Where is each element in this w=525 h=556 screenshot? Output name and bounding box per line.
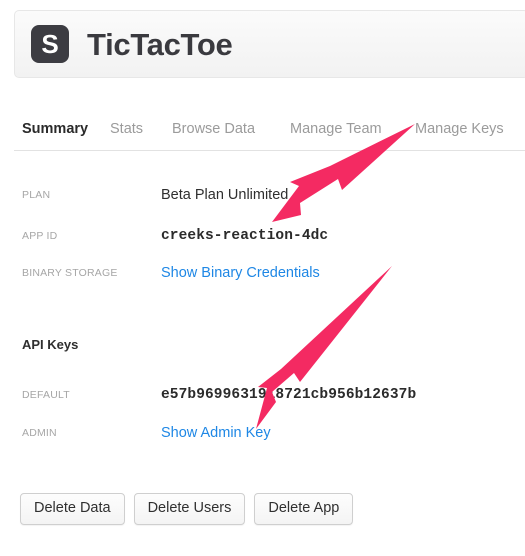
row-plan: PLAN Beta Plan Unlimited <box>22 186 525 206</box>
delete-data-button[interactable]: Delete Data <box>20 493 125 525</box>
row-binary-storage-label: BINARY STORAGE <box>22 267 118 279</box>
row-default-key-label: DEFAULT <box>22 389 70 401</box>
action-button-row: Delete Data Delete Users Delete App <box>20 493 354 525</box>
summary-page: S TicTacToe Summary Stats Browse Data Ma… <box>0 0 525 556</box>
tab-summary[interactable]: Summary <box>22 120 88 138</box>
delete-users-button[interactable]: Delete Users <box>133 493 246 525</box>
row-plan-label: PLAN <box>22 189 51 201</box>
app-header: S TicTacToe <box>14 10 525 78</box>
row-app-id-value: creeks-reaction-4dc <box>161 228 329 244</box>
row-plan-value: Beta Plan Unlimited <box>161 187 289 203</box>
row-admin-key-label: ADMIN <box>22 427 57 439</box>
api-keys-heading: API Keys <box>22 337 79 352</box>
row-admin-key: ADMIN Show Admin Key <box>22 424 525 444</box>
delete-app-button[interactable]: Delete App <box>254 493 354 525</box>
row-default-key-value: e57b9699631918721cb956b12637b <box>161 387 417 403</box>
app-title: TicTacToe <box>87 26 233 62</box>
tab-manage-keys[interactable]: Manage Keys <box>415 120 504 138</box>
tab-browse-data[interactable]: Browse Data <box>172 120 255 138</box>
show-binary-credentials-link[interactable]: Show Binary Credentials <box>161 264 320 282</box>
row-binary-storage: BINARY STORAGE Show Binary Credentials <box>22 264 525 284</box>
row-default-key: DEFAULT e57b9699631918721cb956b12637b <box>22 386 525 406</box>
tab-manage-team[interactable]: Manage Team <box>290 120 382 138</box>
tab-bar: Summary Stats Browse Data Manage Team Ma… <box>14 120 525 151</box>
row-app-id-label: APP ID <box>22 230 58 242</box>
show-admin-key-link[interactable]: Show Admin Key <box>161 424 271 442</box>
tab-stats[interactable]: Stats <box>110 120 143 138</box>
row-app-id: APP ID creeks-reaction-4dc <box>22 227 525 247</box>
app-logo-icon: S <box>31 25 69 63</box>
